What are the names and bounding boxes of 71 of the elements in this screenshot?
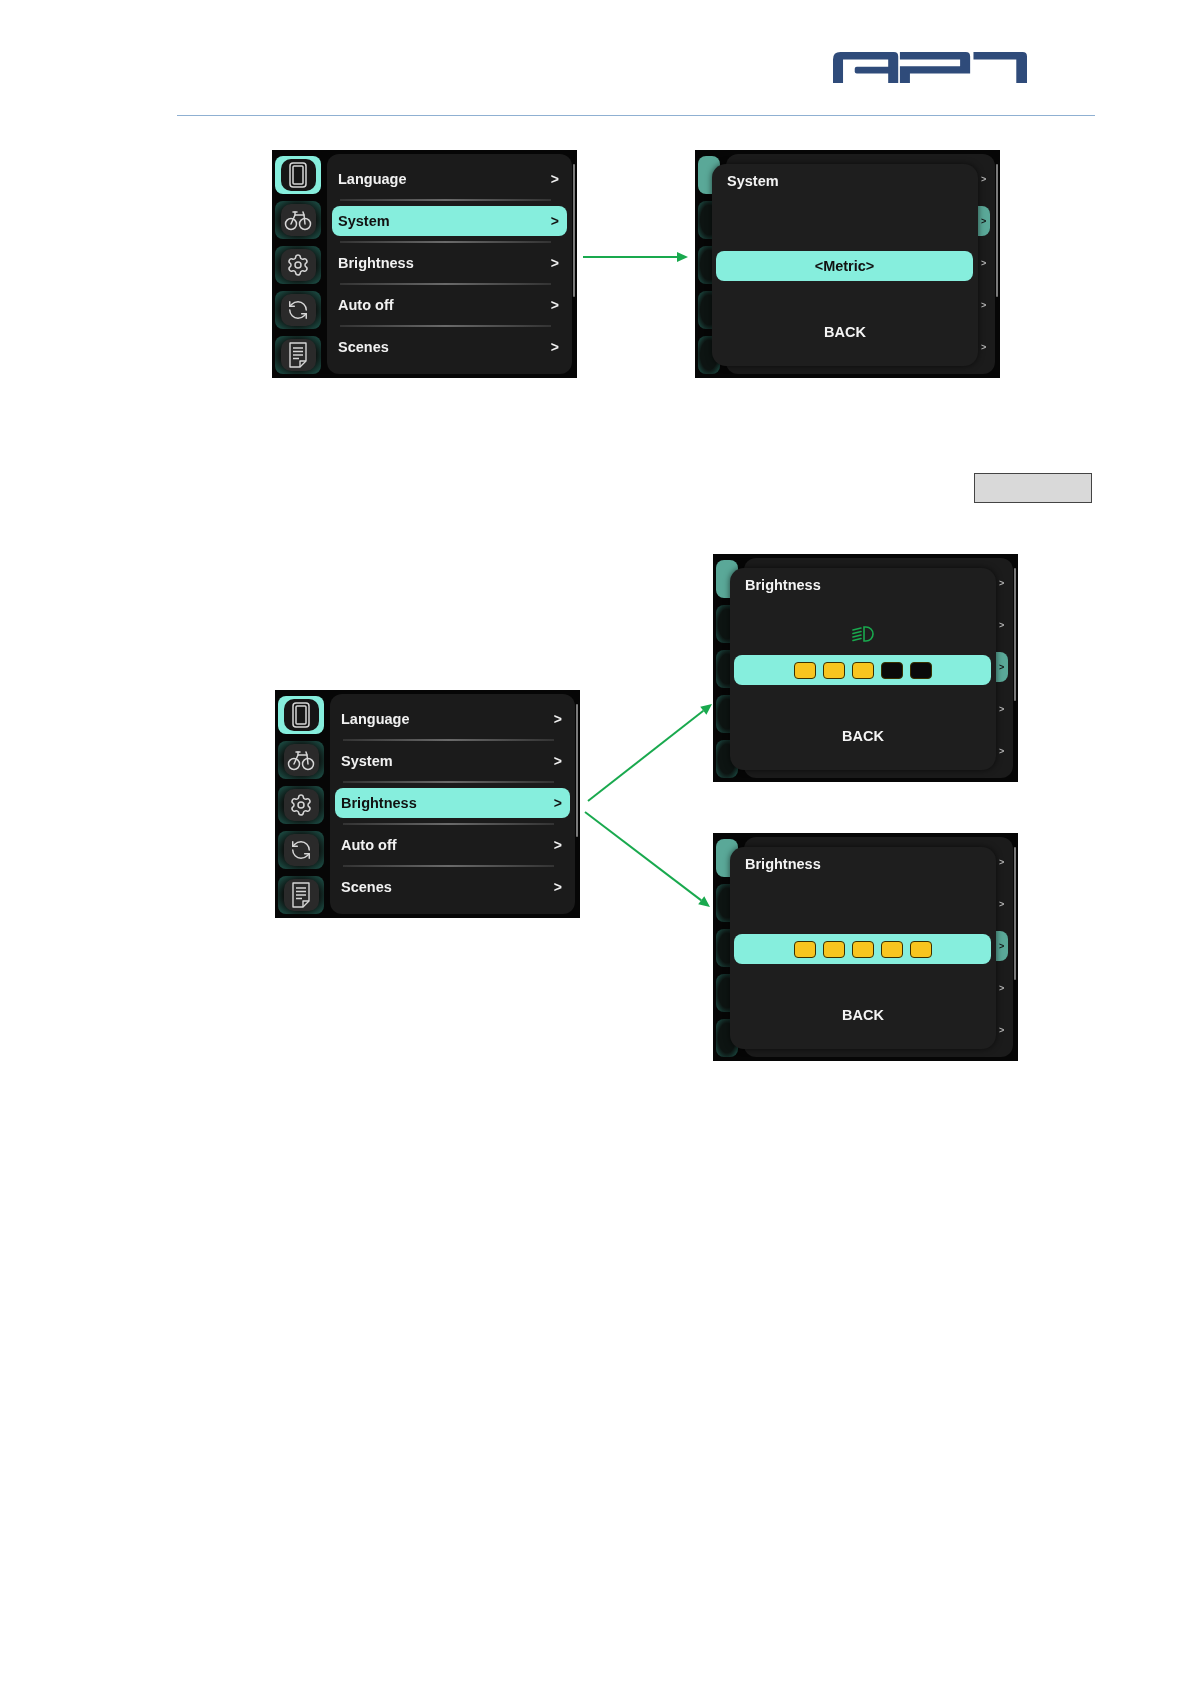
chevron-text: > — [550, 171, 559, 187]
menu-item[interactable]: Brightness > — [332, 248, 567, 278]
menu-item[interactable]: > — [994, 610, 1008, 640]
sidebar-tab[interactable] — [275, 156, 321, 194]
menu-item[interactable]: Scenes > — [332, 332, 567, 362]
sidebar-tab[interactable] — [278, 831, 324, 869]
level-segment — [909, 940, 932, 958]
dialog-title: System — [727, 172, 779, 190]
menu-item[interactable]: Auto off > — [332, 290, 567, 320]
document-icon — [283, 879, 319, 911]
settings-icon — [280, 249, 316, 281]
bicycle-icon — [280, 204, 316, 236]
level-segment — [851, 661, 874, 679]
dialog-title: Brightness — [745, 576, 821, 594]
level-segment — [880, 661, 903, 679]
menu-item[interactable]: Language > — [335, 704, 570, 734]
menu-item[interactable]: > — [976, 290, 990, 320]
phone-icon — [280, 159, 316, 191]
sidebar-tab[interactable] — [278, 786, 324, 824]
menu-item[interactable]: > — [994, 1015, 1008, 1045]
menu-item[interactable]: > — [976, 248, 990, 278]
menu-item[interactable]: Language > — [332, 164, 567, 194]
menu-item[interactable]: > — [994, 847, 1008, 877]
level-segment — [822, 661, 845, 679]
chevron-text: > — [550, 255, 559, 271]
chevron-text: > — [550, 339, 559, 355]
chevron-text: > — [553, 711, 562, 727]
dialog-title: Brightness — [745, 855, 821, 873]
level-segment — [909, 661, 932, 679]
sidebar-tab[interactable] — [278, 741, 324, 779]
level-segment — [880, 940, 903, 958]
brightness-slider[interactable] — [734, 934, 991, 964]
menu-item[interactable]: Brightness > — [335, 788, 570, 818]
level-segment — [851, 940, 874, 958]
chevron-text: > — [553, 837, 562, 853]
chevron-text: > — [553, 753, 562, 769]
sidebar-tab[interactable] — [275, 201, 321, 239]
sidebar-tab[interactable] — [275, 246, 321, 284]
sidebar-tab[interactable] — [275, 291, 321, 329]
settings-icon — [283, 789, 319, 821]
menu-item[interactable]: > — [994, 736, 1008, 766]
back-button[interactable]: BACK — [842, 727, 884, 745]
menu-item[interactable]: > — [976, 332, 990, 362]
chevron-text: > — [550, 213, 559, 229]
chevron-text: > — [553, 795, 562, 811]
option-selector[interactable]: <Metric> — [716, 251, 973, 281]
document-icon — [280, 339, 316, 371]
menu-item[interactable]: > — [994, 694, 1008, 724]
menu-item[interactable]: Auto off > — [335, 830, 570, 860]
level-segment — [822, 940, 845, 958]
level-segment — [793, 661, 816, 679]
sidebar-tab[interactable] — [278, 696, 324, 734]
refresh-icon — [283, 834, 319, 866]
menu-item[interactable]: Scenes > — [335, 872, 570, 902]
menu-item[interactable]: > — [976, 164, 990, 194]
sidebar-tab[interactable] — [278, 876, 324, 914]
chevron-text: > — [553, 879, 562, 895]
back-button[interactable]: BACK — [842, 1006, 884, 1024]
brightness-slider[interactable] — [734, 655, 991, 685]
back-button[interactable]: BACK — [824, 323, 866, 341]
bicycle-icon — [283, 744, 319, 776]
sidebar-tab[interactable] — [275, 336, 321, 374]
refresh-icon — [280, 294, 316, 326]
menu-item[interactable]: > — [994, 973, 1008, 1003]
menu-item[interactable]: System > — [332, 206, 567, 236]
level-segment — [793, 940, 816, 958]
menu-item[interactable]: > — [994, 889, 1008, 919]
phone-icon — [283, 699, 319, 731]
menu-item[interactable]: System > — [335, 746, 570, 776]
menu-item[interactable]: > — [994, 568, 1008, 598]
chevron-text: > — [550, 297, 559, 313]
